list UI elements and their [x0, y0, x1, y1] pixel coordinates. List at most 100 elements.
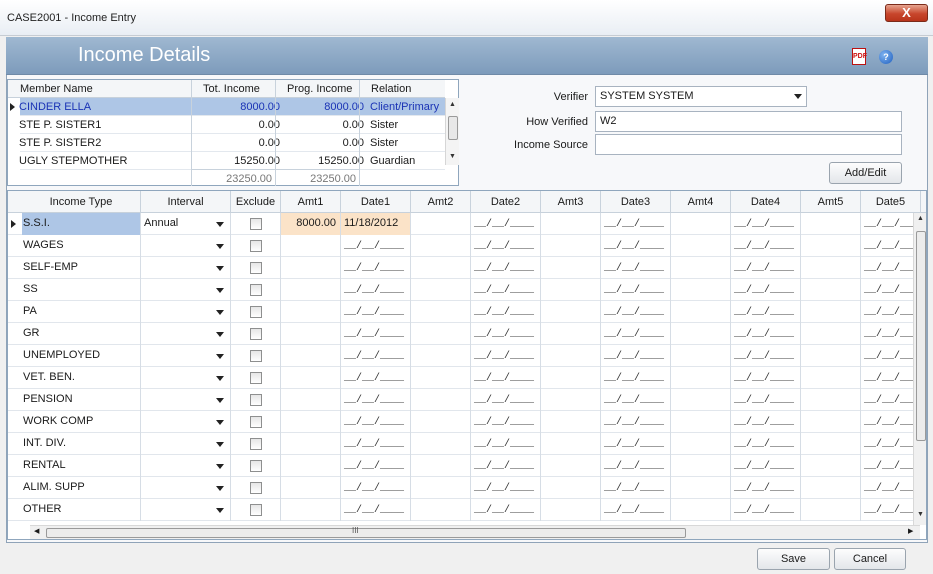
members-column-header[interactable]: Relation	[371, 80, 457, 98]
table-row[interactable]: PENSION __/__/____ __/__/____ __/__/____ __/…	[8, 389, 926, 411]
cancel-button[interactable]: Cancel	[834, 548, 906, 570]
date-cell[interactable]: __/__/____	[601, 455, 671, 477]
interval-select[interactable]	[141, 389, 231, 411]
amount-cell[interactable]	[281, 323, 341, 345]
date-cell[interactable]: __/__/____	[341, 279, 411, 301]
amount-cell[interactable]	[281, 367, 341, 389]
date-cell[interactable]: __/__/____	[471, 499, 541, 521]
amount-cell[interactable]	[671, 213, 731, 235]
income-type-cell[interactable]: PA	[22, 301, 141, 323]
table-row[interactable]: VET. BEN. __/__/____ __/__/____ __/__/____ _…	[8, 367, 926, 389]
amount-cell[interactable]	[281, 477, 341, 499]
exclude-checkbox[interactable]	[250, 438, 262, 450]
amount-cell[interactable]	[541, 499, 601, 521]
date-cell[interactable]: __/__/____	[341, 455, 411, 477]
income-column-header[interactable]: Interval	[141, 191, 231, 213]
interval-select[interactable]	[141, 477, 231, 499]
amount-cell[interactable]	[671, 367, 731, 389]
amount-cell[interactable]	[671, 477, 731, 499]
date-cell[interactable]: __/__/____	[731, 323, 801, 345]
income-type-cell[interactable]: UNEMPLOYED	[22, 345, 141, 367]
interval-select[interactable]	[141, 455, 231, 477]
income-column-header[interactable]: Date4	[731, 191, 801, 213]
income-type-cell[interactable]: WAGES	[22, 235, 141, 257]
date-cell[interactable]: __/__/____	[731, 389, 801, 411]
amount-cell[interactable]	[541, 389, 601, 411]
income-column-header[interactable]: Date2	[471, 191, 541, 213]
table-row[interactable]: WAGES __/__/____ __/__/____ __/__/____ __/__…	[8, 235, 926, 257]
income-column-header[interactable]: Exclude	[231, 191, 281, 213]
amount-cell[interactable]	[541, 213, 601, 235]
table-row[interactable]: OTHER __/__/____ __/__/____ __/__/____ __/__…	[8, 499, 926, 521]
date-cell[interactable]: __/__/____	[341, 411, 411, 433]
exclude-checkbox[interactable]	[250, 394, 262, 406]
amount-cell[interactable]	[671, 323, 731, 345]
vertical-scrollbar[interactable]: ▲ ▼	[913, 213, 926, 525]
amount-cell[interactable]	[801, 367, 861, 389]
amount-cell[interactable]	[801, 411, 861, 433]
amount-cell[interactable]	[801, 235, 861, 257]
amount-cell[interactable]	[281, 301, 341, 323]
how-verified-input[interactable]: W2	[595, 111, 902, 132]
interval-select[interactable]	[141, 323, 231, 345]
exclude-checkbox[interactable]	[250, 262, 262, 274]
date-cell[interactable]: __/__/____	[601, 279, 671, 301]
amount-cell[interactable]	[411, 345, 471, 367]
amount-cell[interactable]	[281, 411, 341, 433]
date-cell[interactable]: __/__/____	[861, 499, 921, 521]
date-cell[interactable]: __/__/____	[601, 499, 671, 521]
amount-cell[interactable]	[411, 477, 471, 499]
amount-cell[interactable]	[411, 411, 471, 433]
income-type-cell[interactable]: OTHER	[22, 499, 141, 521]
scrollbar-thumb[interactable]	[916, 231, 926, 441]
table-row[interactable]: INT. DIV. __/__/____ __/__/____ __/__/____ _…	[8, 433, 926, 455]
date-cell[interactable]: __/__/____	[341, 499, 411, 521]
date-cell[interactable]: __/__/____	[341, 477, 411, 499]
amount-cell[interactable]	[411, 455, 471, 477]
date-cell[interactable]: __/__/____	[341, 433, 411, 455]
interval-select[interactable]	[141, 411, 231, 433]
amount-cell[interactable]	[801, 279, 861, 301]
amount-cell[interactable]	[281, 455, 341, 477]
date-cell[interactable]: __/__/____	[731, 477, 801, 499]
date-cell[interactable]: __/__/____	[601, 411, 671, 433]
amount-cell[interactable]	[671, 235, 731, 257]
exclude-checkbox[interactable]	[250, 504, 262, 516]
amount-cell[interactable]	[671, 455, 731, 477]
date-cell[interactable]: __/__/____	[341, 235, 411, 257]
income-column-header[interactable]: Date5	[861, 191, 921, 213]
save-button[interactable]: Save	[757, 548, 830, 570]
horizontal-scrollbar[interactable]: ◀ III ▶	[30, 525, 920, 539]
scroll-up-icon[interactable]: ▲	[917, 215, 924, 222]
date-cell[interactable]: __/__/____	[601, 433, 671, 455]
amount-cell[interactable]	[671, 257, 731, 279]
income-column-header[interactable]: Date1	[341, 191, 411, 213]
interval-select[interactable]	[141, 433, 231, 455]
interval-select[interactable]	[141, 235, 231, 257]
date-cell[interactable]: __/__/____	[471, 477, 541, 499]
amount-cell[interactable]	[541, 367, 601, 389]
amount-cell[interactable]	[541, 323, 601, 345]
amount-cell[interactable]	[801, 455, 861, 477]
scrollbar-thumb[interactable]: III	[46, 526, 686, 538]
exclude-checkbox[interactable]	[250, 306, 262, 318]
date-cell[interactable]: __/__/____	[861, 389, 921, 411]
date-cell[interactable]: __/__/____	[731, 213, 801, 235]
date-cell[interactable]: __/__/____	[731, 301, 801, 323]
income-type-cell[interactable]: VET. BEN.	[22, 367, 141, 389]
amount-cell[interactable]	[411, 323, 471, 345]
interval-select[interactable]: Annual	[141, 213, 231, 235]
scroll-down-icon[interactable]: ▼	[917, 511, 924, 518]
verifier-select[interactable]: SYSTEM SYSTEM	[595, 86, 807, 107]
date-cell[interactable]: __/__/____	[861, 301, 921, 323]
window-close-button[interactable]: X	[885, 4, 928, 22]
exclude-checkbox[interactable]	[250, 460, 262, 472]
date-cell[interactable]: __/__/____	[601, 477, 671, 499]
amount-cell[interactable]	[541, 455, 601, 477]
exclude-checkbox[interactable]	[250, 416, 262, 428]
date-cell[interactable]: __/__/____	[341, 301, 411, 323]
exclude-checkbox[interactable]	[250, 240, 262, 252]
date-cell[interactable]: __/__/____	[471, 433, 541, 455]
income-type-cell[interactable]: SELF-EMP	[22, 257, 141, 279]
amount-cell[interactable]	[801, 389, 861, 411]
